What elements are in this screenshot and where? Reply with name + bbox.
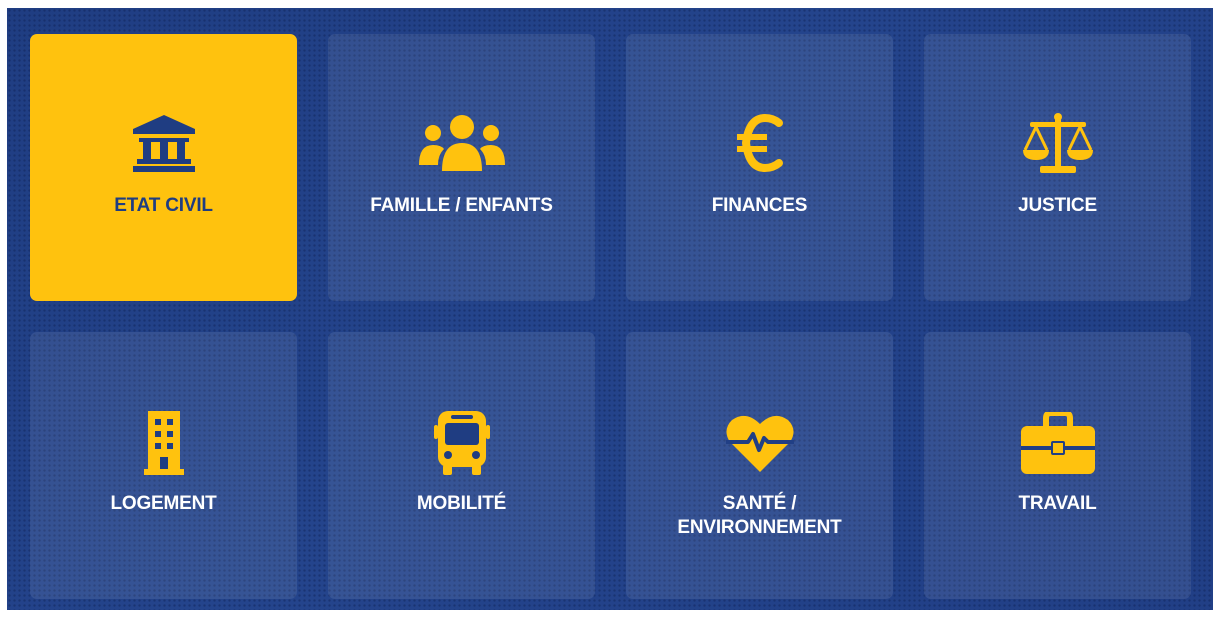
- heartbeat-icon: [626, 410, 893, 476]
- tile-label: MOBILITÉ: [416, 493, 507, 514]
- euro-icon: [626, 110, 893, 176]
- briefcase-icon: [924, 410, 1191, 476]
- bank-icon: [30, 110, 297, 176]
- bus-icon: [328, 410, 595, 476]
- tile-label: SANTÉ / ENVIRONNEMENT: [636, 492, 883, 540]
- tile-label-line1: SANTÉ /: [722, 493, 797, 514]
- building-icon: [30, 410, 297, 476]
- balance-scale-icon: [924, 110, 1191, 176]
- tile-sante-environnement[interactable]: SANTÉ / ENVIRONNEMENT: [626, 332, 893, 599]
- tile-logement[interactable]: LOGEMENT: [30, 332, 297, 599]
- tile-finances[interactable]: FINANCES: [626, 34, 893, 301]
- tile-mobilite[interactable]: MOBILITÉ: [328, 332, 595, 599]
- tile-etat-civil[interactable]: ETAT CIVIL: [30, 34, 297, 301]
- tile-label: LOGEMENT: [110, 493, 217, 514]
- tile-label: JUSTICE: [1018, 195, 1097, 216]
- tile-label-line2: ENVIRONNEMENT: [677, 517, 842, 538]
- tile-label: TRAVAIL: [1018, 493, 1097, 514]
- tile-justice[interactable]: JUSTICE: [924, 34, 1191, 301]
- tile-travail[interactable]: TRAVAIL: [924, 332, 1191, 599]
- categories-panel: ETAT CIVIL FAMILLE / ENFANTS FINANCES JU…: [7, 8, 1213, 610]
- tile-famille-enfants[interactable]: FAMILLE / ENFANTS: [328, 34, 595, 301]
- users-icon: [328, 110, 595, 176]
- tile-label: FAMILLE / ENFANTS: [370, 195, 553, 216]
- tile-label: ETAT CIVIL: [114, 195, 213, 216]
- tile-label: FINANCES: [711, 195, 808, 216]
